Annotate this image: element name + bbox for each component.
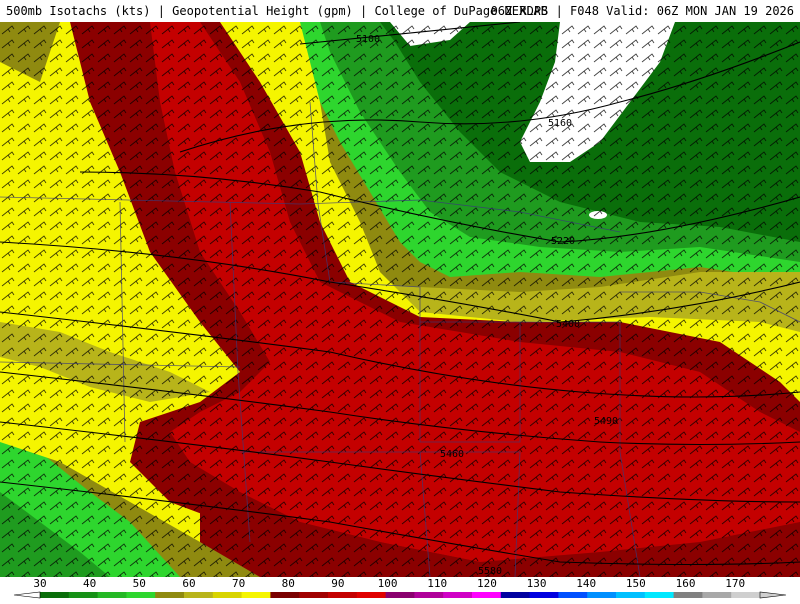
map-canvas: 5100 5160 5220 5400 5490 5460 5580 [0, 22, 800, 577]
contour-label-5490: 5490 [594, 416, 618, 427]
contour-label-5220: 5220 [551, 236, 575, 247]
colorbar-swatch [558, 592, 588, 598]
colorbar-swatch [529, 592, 559, 598]
wind-barbs-layer [0, 22, 800, 577]
colorbar-tick-label: 40 [83, 577, 96, 590]
model-run-title: 06Z RDPS | F048 Valid: 06Z MON JAN 19 20… [490, 4, 794, 18]
colorbar-tick-label: 140 [576, 577, 596, 590]
colorbar-tick-label: 160 [676, 577, 696, 590]
colorbar-swatch [299, 592, 329, 598]
product-title: 500mb Isotachs (kts) | Geopotential Heig… [6, 4, 548, 18]
colorbar-swatch [414, 592, 444, 598]
colorbar-tick-label: 80 [282, 577, 295, 590]
colorbar-tick-label: 170 [725, 577, 745, 590]
colorbar-swatch [212, 592, 243, 598]
contour-label-5100: 5100 [356, 34, 380, 45]
colorbar-swatch [40, 592, 70, 598]
map-header: 500mb Isotachs (kts) | Geopotential Heig… [0, 0, 800, 22]
colorbar-tick-label: 120 [477, 577, 497, 590]
colorbar-swatch [472, 592, 502, 598]
colorbar-swatch [616, 592, 646, 598]
colorbar-swatch [356, 592, 387, 598]
contour-label-5160: 5160 [548, 118, 572, 129]
colorbar-tick-label: 130 [527, 577, 547, 590]
colorbar-swatch [385, 592, 415, 598]
colorbar-swatch [673, 592, 703, 598]
colorbar-tick-label: 50 [133, 577, 146, 590]
colorbar-tick-label: 60 [182, 577, 195, 590]
colorbar-swatches [40, 592, 761, 598]
colorbar-swatch [97, 592, 127, 598]
colorbar-swatch [184, 592, 214, 598]
colorbar-swatch [155, 592, 185, 598]
contour-label-5460: 5460 [440, 449, 464, 460]
colorbar-tick-label: 150 [626, 577, 646, 590]
colorbar-swatch [644, 592, 675, 598]
colorbar-tick-label: 110 [427, 577, 447, 590]
colorbar-right-arrow [759, 591, 787, 599]
colorbar-swatch [328, 592, 358, 598]
colorbar-swatch [500, 592, 531, 598]
colorbar-tick-labels: 30 40 50 60 70 80 90 100 110 120 130 140 150 160 170 [33, 577, 745, 590]
contour-label-5580: 5580 [478, 566, 502, 577]
colorbar-swatch [731, 592, 761, 598]
colorbar-left-arrow [13, 591, 41, 599]
colorbar-tick-label: 70 [232, 577, 245, 590]
colorbar-swatch [587, 592, 617, 598]
colorbar-tick-label: 100 [378, 577, 398, 590]
colorbar-swatch [270, 592, 300, 598]
colorbar-swatch [126, 592, 156, 598]
colorbar-swatch [443, 592, 473, 598]
colorbar-canvas: 30 40 50 60 70 80 90 100 110 120 130 140 150 160 170 [13, 577, 787, 599]
colorbar-tick-label: 30 [33, 577, 46, 590]
colorbar-swatch [68, 592, 99, 598]
colorbar-swatch [241, 592, 271, 598]
colorbar-tick-label: 90 [331, 577, 344, 590]
contour-label-5400: 5400 [556, 319, 580, 330]
colorbar-swatch [702, 592, 732, 598]
weather-map: 5100 5160 5220 5400 5490 5460 5580 [0, 22, 800, 577]
isotach-colorbar: 30 40 50 60 70 80 90 100 110 120 130 140 150 160 170 [0, 577, 800, 600]
